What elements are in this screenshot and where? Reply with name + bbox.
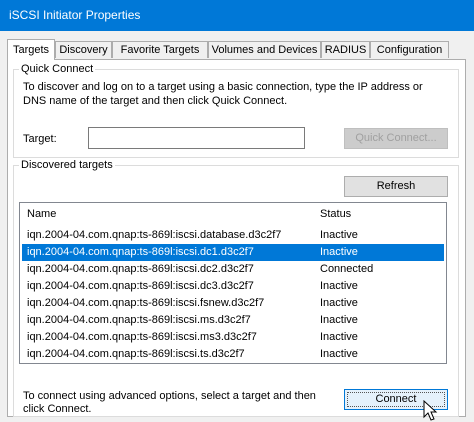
connect-hint-line1: To connect using advanced options, selec… xyxy=(23,390,316,402)
target-status: Inactive xyxy=(320,280,358,292)
target-name: iqn.2004-04.com.qnap:ts-869l:iscsi.ms3.d… xyxy=(27,331,257,343)
tab-configuration[interactable]: Configuration xyxy=(370,41,449,58)
targets-list[interactable]: Name Status iqn.2004-04.com.qnap:ts-869l… xyxy=(19,202,447,364)
target-status: Connected xyxy=(320,263,374,275)
table-row[interactable]: iqn.2004-04.com.qnap:ts-869l:iscsi.datab… xyxy=(22,227,444,244)
window-title: iSCSI Initiator Properties xyxy=(9,8,141,22)
target-name: iqn.2004-04.com.qnap:ts-869l:iscsi.datab… xyxy=(27,229,282,241)
column-header-name[interactable]: Name xyxy=(27,208,56,220)
quick-connect-button[interactable]: Quick Connect... xyxy=(344,128,448,149)
target-status: Inactive xyxy=(320,348,358,360)
target-status: Inactive xyxy=(320,229,358,241)
target-input[interactable] xyxy=(88,127,305,149)
target-name: iqn.2004-04.com.qnap:ts-869l:iscsi.dc2.d… xyxy=(27,263,254,275)
table-row-selected[interactable]: iqn.2004-04.com.qnap:ts-869l:iscsi.dc1.d… xyxy=(22,244,444,261)
target-name: iqn.2004-04.com.qnap:ts-869l:iscsi.dc1.d… xyxy=(27,246,254,258)
table-row[interactable]: iqn.2004-04.com.qnap:ts-869l:iscsi.dc2.d… xyxy=(22,261,444,278)
discovered-targets-legend: Discovered targets xyxy=(21,159,113,171)
table-row[interactable]: iqn.2004-04.com.qnap:ts-869l:iscsi.fsnew… xyxy=(22,295,444,312)
table-row[interactable]: iqn.2004-04.com.qnap:ts-869l:iscsi.ts.d3… xyxy=(22,346,444,363)
target-name: iqn.2004-04.com.qnap:ts-869l:iscsi.ts.d3… xyxy=(27,348,245,360)
table-row[interactable]: iqn.2004-04.com.qnap:ts-869l:iscsi.ms.d3… xyxy=(22,312,444,329)
tab-targets[interactable]: Targets xyxy=(7,39,55,60)
tab-radius[interactable]: RADIUS xyxy=(321,41,370,58)
list-header: Name Status xyxy=(20,203,446,225)
table-row[interactable]: iqn.2004-04.com.qnap:ts-869l:iscsi.dc3.d… xyxy=(22,278,444,295)
target-name: iqn.2004-04.com.qnap:ts-869l:iscsi.fsnew… xyxy=(27,297,265,309)
column-header-status[interactable]: Status xyxy=(320,208,351,220)
connect-hint-line2: click Connect. xyxy=(23,403,92,415)
target-name: iqn.2004-04.com.qnap:ts-869l:iscsi.ms.d3… xyxy=(27,314,251,326)
tab-discovery[interactable]: Discovery xyxy=(55,41,112,58)
target-status: Inactive xyxy=(320,297,358,309)
target-label: Target: xyxy=(23,133,57,145)
tab-favorite-targets[interactable]: Favorite Targets xyxy=(112,41,208,58)
target-status: Inactive xyxy=(320,314,358,326)
title-bar: iSCSI Initiator Properties xyxy=(0,0,474,31)
refresh-button[interactable]: Refresh xyxy=(344,176,448,197)
target-status: Inactive xyxy=(320,246,358,258)
table-row[interactable]: iqn.2004-04.com.qnap:ts-869l:iscsi.ms3.d… xyxy=(22,329,444,346)
mouse-pointer-icon xyxy=(423,400,438,421)
quick-connect-legend: Quick Connect xyxy=(21,63,94,75)
target-name: iqn.2004-04.com.qnap:ts-869l:iscsi.dc3.d… xyxy=(27,280,254,292)
quick-connect-description-line1: To discover and log on to a target using… xyxy=(23,81,423,93)
target-status: Inactive xyxy=(320,331,358,343)
tab-volumes-and-devices[interactable]: Volumes and Devices xyxy=(208,41,321,58)
quick-connect-description-line2: DNS name of the target and then click Qu… xyxy=(23,95,288,107)
